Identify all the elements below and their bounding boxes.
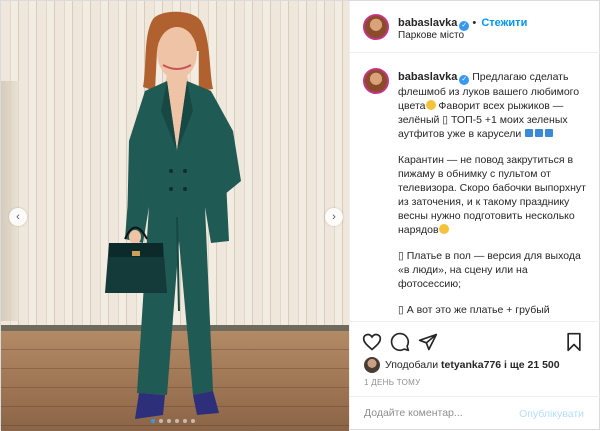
caption-paragraph-3: ▯ Платье в пол — версия для выхода «в лю… <box>398 250 581 290</box>
post-sidebar: babaslavka ✓ • Стежити Паркове місто baba… <box>349 1 600 431</box>
verified-badge-icon: ✓ <box>459 75 470 85</box>
post-actions <box>350 321 600 357</box>
caption-paragraph-2: Карантин — не повод закрутиться в пижаму… <box>398 154 586 236</box>
caption-area: babaslavka ✓ Предлагаю сделать флешмоб из… <box>350 54 600 319</box>
location-link[interactable]: Паркове місто <box>398 30 464 41</box>
carousel-dot <box>191 419 195 423</box>
share-icon[interactable] <box>418 332 438 352</box>
arrow-emoji-icon <box>535 129 544 137</box>
caption-author-avatar[interactable] <box>363 68 389 94</box>
comment-box: Опублікувати <box>350 396 600 431</box>
post-header: babaslavka ✓ • Стежити Паркове місто <box>350 1 600 53</box>
follow-button[interactable]: Стежити <box>481 17 527 29</box>
carousel-dots <box>151 419 195 423</box>
chevron-right-icon: › <box>332 211 336 223</box>
caption-paragraph-4: ▯ А вот это же платье + грубый мужской п… <box>398 304 579 319</box>
carousel-dot <box>175 419 179 423</box>
carousel-dot <box>159 419 163 423</box>
post-photo: ‹ › <box>1 1 349 431</box>
chevron-left-icon: ‹ <box>16 211 20 223</box>
caption-username[interactable]: babaslavka <box>398 71 457 83</box>
carousel-next-button[interactable]: › <box>325 208 343 226</box>
heart-icon[interactable] <box>362 332 382 352</box>
photo-side-decor <box>1 81 19 321</box>
woman-in-green-suit <box>105 11 241 419</box>
comment-input[interactable] <box>364 407 514 419</box>
liker-username[interactable]: tetyanka776 <box>441 359 501 371</box>
carousel-dot <box>183 419 187 423</box>
arrow-emoji-icon <box>545 129 554 137</box>
instagram-post: ‹ › babaslavka✓ • Стежити Паркове місто <box>0 0 600 431</box>
author-avatar[interactable] <box>363 14 389 40</box>
author-username[interactable]: babaslavka <box>398 17 457 29</box>
save-bookmark-icon[interactable] <box>564 332 584 352</box>
comment-icon[interactable] <box>390 332 410 352</box>
emoji-icon <box>425 100 436 110</box>
emoji-icon <box>438 224 449 234</box>
carousel-dot <box>167 419 171 423</box>
likes-row: Уподобали tetyanka776 і ще 21 500 <box>364 357 560 373</box>
carousel-dot-active <box>151 419 155 423</box>
likes-count[interactable]: і ще 21 500 <box>504 359 560 371</box>
likes-prefix: Уподобали <box>385 359 439 371</box>
arrow-emoji-icon <box>525 129 534 137</box>
header-separator: • <box>472 17 477 29</box>
post-timestamp[interactable]: 1 ДЕНЬ ТОМУ <box>364 378 420 387</box>
carousel-prev-button[interactable]: ‹ <box>9 208 27 226</box>
liker-avatar <box>364 357 380 373</box>
publish-button[interactable]: Опублікувати <box>519 408 584 420</box>
caption-text: babaslavka ✓ Предлагаю сделать флешмоб из… <box>398 70 590 319</box>
